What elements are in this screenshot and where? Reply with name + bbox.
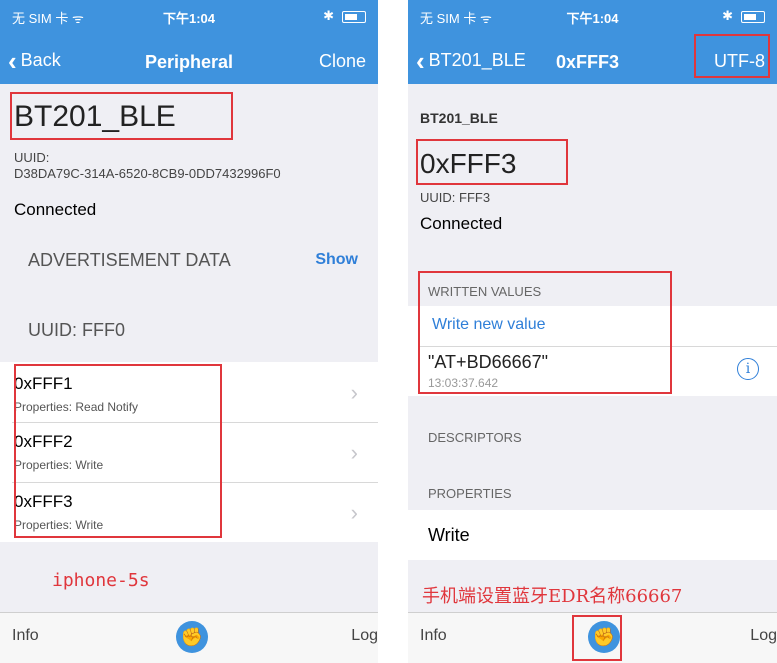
battery-icon: [741, 11, 765, 23]
service-uuid: UUID: FFF0: [28, 320, 125, 340]
right-navigation-bar: 无 SIM 卡 ᯤ 下午1:04 ✱ ‹ BT201_BLE 0xFFF3 UT…: [408, 0, 777, 84]
ad-data-header: ADVERTISEMENT DATA: [28, 250, 231, 270]
highlight-box-written-values: [418, 271, 672, 394]
show-ad-button[interactable]: Show: [315, 251, 358, 269]
back-label: BT201_BLE: [428, 50, 526, 70]
properties-list: Write: [408, 510, 777, 560]
characteristic-uuid: UUID: FFF3: [420, 190, 491, 205]
app-logo-icon[interactable]: ✊: [176, 621, 208, 653]
connection-status: Connected: [14, 200, 97, 219]
right-status-bar: 无 SIM 卡 ᯤ 下午1:04 ✱: [420, 8, 765, 28]
clock: 下午1:04: [162, 11, 216, 26]
page-title: 0xFFF3: [556, 52, 620, 72]
highlight-box-logo: [572, 615, 622, 661]
highlight-box-device-name: [10, 92, 233, 140]
battery-icon: [342, 11, 366, 23]
tab-info[interactable]: Info: [420, 627, 447, 645]
bluetooth-icon: ✱: [722, 8, 733, 23]
left-phone-screen: 无 SIM 卡 ᯤ 下午1:04 ✱ ‹ Back Peripheral Clo…: [0, 0, 378, 663]
right-phone-screen: 无 SIM 卡 ᯤ 下午1:04 ✱ ‹ BT201_BLE 0xFFF3 UT…: [408, 0, 777, 663]
connection-status: Connected: [420, 214, 503, 233]
property-value: Write: [428, 525, 470, 545]
chevron-right-icon: ›: [350, 440, 358, 465]
uuid-label: UUID:: [14, 150, 50, 165]
tab-info[interactable]: Info: [12, 627, 39, 645]
chevron-right-icon: ›: [350, 500, 358, 525]
bluetooth-icon: ✱: [323, 8, 334, 23]
chevron-right-icon: ›: [350, 380, 358, 405]
clock: 下午1:04: [566, 11, 619, 26]
uuid-value: D38DA79C-314A-6520-8CB9-0DD7432996F0: [14, 166, 281, 181]
tab-log[interactable]: Log: [750, 627, 777, 645]
descriptors-header: DESCRIPTORS: [428, 430, 522, 445]
left-navigation-bar: 无 SIM 卡 ᯤ 下午1:04 ✱ ‹ Back Peripheral Clo…: [0, 0, 378, 84]
device-name: BT201_BLE: [420, 110, 498, 126]
highlight-box-characteristics: [14, 364, 222, 538]
tab-log[interactable]: Log: [351, 627, 378, 645]
info-icon[interactable]: i: [737, 358, 759, 380]
clone-button[interactable]: Clone: [319, 51, 366, 72]
tab-bar: Info ✊ Log: [0, 612, 378, 663]
chevron-left-icon: ‹: [416, 45, 425, 76]
tab-bar: Info ✊ Log: [408, 612, 777, 663]
annotation-label: iphone-5s: [52, 570, 150, 591]
properties-header: PROPERTIES: [428, 486, 512, 501]
left-status-bar: 无 SIM 卡 ᯤ 下午1:04 ✱: [12, 8, 366, 28]
annotation-label: 手机端设置蓝牙EDR名称66667: [422, 586, 683, 607]
back-button[interactable]: ‹ BT201_BLE: [416, 45, 526, 76]
highlight-box-characteristic: [416, 139, 568, 185]
highlight-box-encoding: [694, 34, 770, 78]
